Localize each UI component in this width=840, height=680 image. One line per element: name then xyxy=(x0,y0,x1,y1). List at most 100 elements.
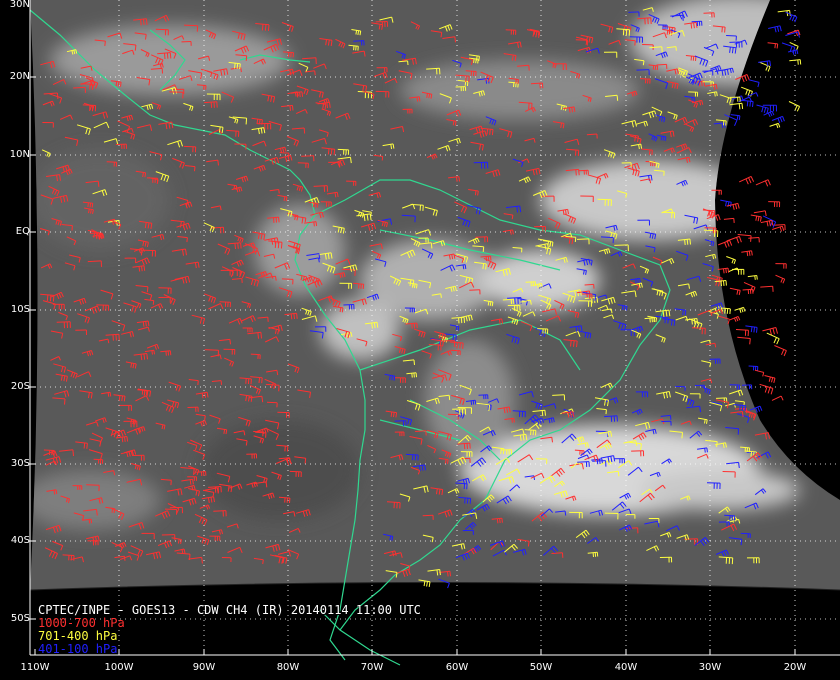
wind-barb-tick xyxy=(634,40,636,46)
wind-barb-tick xyxy=(706,419,708,424)
wind-barb-tick xyxy=(357,30,360,35)
wind-barb-tick xyxy=(768,376,771,382)
wind-barb-tick xyxy=(485,256,488,262)
wind-barb-tick xyxy=(233,185,236,190)
wind-barb-tick xyxy=(654,65,657,70)
wind-barb-tick xyxy=(56,92,59,100)
wind-barb-tick xyxy=(652,65,655,70)
wind-barb-tick xyxy=(486,128,489,135)
wind-barb-tick xyxy=(474,400,477,405)
wind-barb-tick xyxy=(796,49,799,55)
wind-barb-tick xyxy=(749,338,751,345)
wind-barb-tick xyxy=(706,447,708,453)
wind-barb-tick xyxy=(225,429,228,435)
wind-barb xyxy=(473,161,488,164)
wind-barb-tick xyxy=(684,239,686,246)
wind-barb-tick xyxy=(735,316,739,322)
wind-barb-tick xyxy=(776,26,780,32)
wind-barb-tick xyxy=(667,317,669,324)
wind-barb-tick xyxy=(741,411,744,418)
wind-barb-tick xyxy=(373,322,376,329)
wind-barb-tick xyxy=(757,216,760,222)
wind-barb xyxy=(747,275,757,278)
wind-barb-tick xyxy=(124,556,126,561)
wind-barb-tick xyxy=(472,400,475,405)
wind-barb-tick xyxy=(775,327,778,334)
wind-barb-tick xyxy=(83,442,86,449)
wind-barb-tick xyxy=(456,176,458,182)
lon-label-50w: 50W xyxy=(529,662,553,673)
wind-barb-tick xyxy=(564,510,567,516)
wind-barb-tick xyxy=(759,216,762,222)
wind-barb-tick xyxy=(436,569,439,576)
wind-barb-tick xyxy=(773,337,777,344)
wind-barb xyxy=(279,152,289,154)
wind-barb-tick xyxy=(333,149,336,156)
wind-barb-tick xyxy=(689,238,691,245)
wind-barb xyxy=(576,238,589,240)
wind-barb xyxy=(353,40,364,42)
wind-barb-tick xyxy=(489,301,492,306)
wind-barb-tick xyxy=(466,443,468,449)
wind-barb xyxy=(758,60,770,63)
wind-barb-tick xyxy=(491,301,494,307)
wind-barb-tick xyxy=(87,202,89,208)
wind-barb-tick xyxy=(312,202,315,208)
wind-barb-tick xyxy=(740,539,743,546)
wind-barb-tick xyxy=(180,221,182,228)
wind-barb-tick xyxy=(193,468,195,475)
wind-barb-tick xyxy=(736,237,740,244)
wind-barb-tick xyxy=(104,41,106,46)
lat-label-20n: 20N xyxy=(9,71,30,82)
wind-barb-tick xyxy=(741,405,744,411)
wind-barb-tick xyxy=(721,26,723,33)
wind-barb xyxy=(289,470,302,473)
wind-barb xyxy=(281,278,294,280)
wind-barb-tick xyxy=(599,459,601,465)
wind-barb-tick xyxy=(675,46,677,51)
wind-barb-tick xyxy=(280,242,283,249)
wind-barb-tick xyxy=(769,111,773,117)
wind-barb-tick xyxy=(124,436,126,442)
wind-barb xyxy=(106,161,117,163)
wind-barb-tick xyxy=(140,249,143,256)
wind-barb xyxy=(777,9,790,13)
wind-barb-tick xyxy=(362,284,365,289)
wind-barb-tick xyxy=(64,398,66,405)
wind-barb-tick xyxy=(245,55,248,61)
wind-barb-tick xyxy=(463,443,466,450)
wind-barb-tick xyxy=(737,203,740,209)
wind-barb-tick xyxy=(729,240,733,246)
wind-barb-tick xyxy=(570,412,572,418)
wind-barb-tick xyxy=(772,328,775,335)
wind-barb-tick xyxy=(430,242,433,249)
wind-barb-tick xyxy=(316,203,319,208)
wind-barb-tick xyxy=(299,92,301,98)
wind-barb-tick xyxy=(714,92,716,97)
wind-barb-tick xyxy=(724,122,726,128)
wind-barb-tick xyxy=(52,295,55,302)
wind-barb-tick xyxy=(267,24,270,32)
wind-barb-tick xyxy=(464,497,466,504)
wind-barb xyxy=(574,449,585,452)
wind-barb-tick xyxy=(596,459,599,465)
wind-barb xyxy=(628,11,639,13)
wind-barb-tick xyxy=(613,415,616,422)
wind-barb xyxy=(505,29,516,31)
wind-barb-tick xyxy=(725,268,727,274)
wind-barb-tick xyxy=(725,201,727,207)
wind-barb xyxy=(743,281,756,288)
wind-barb xyxy=(452,408,466,410)
wind-barb-tick xyxy=(670,319,673,326)
wind-barb xyxy=(465,70,477,72)
wind-barb-tick xyxy=(691,319,693,325)
wind-barb-tick xyxy=(293,313,295,320)
wind-barb-tick xyxy=(381,156,384,161)
wind-barb-tick xyxy=(750,176,755,182)
wind-barb-tick xyxy=(462,264,465,270)
wind-barb-tick xyxy=(145,321,147,327)
legend-high-level: 401-100 hPa xyxy=(38,642,118,656)
wind-barb-tick xyxy=(91,203,94,208)
wind-barb-tick xyxy=(733,259,736,265)
wind-barb-tick xyxy=(738,236,742,243)
